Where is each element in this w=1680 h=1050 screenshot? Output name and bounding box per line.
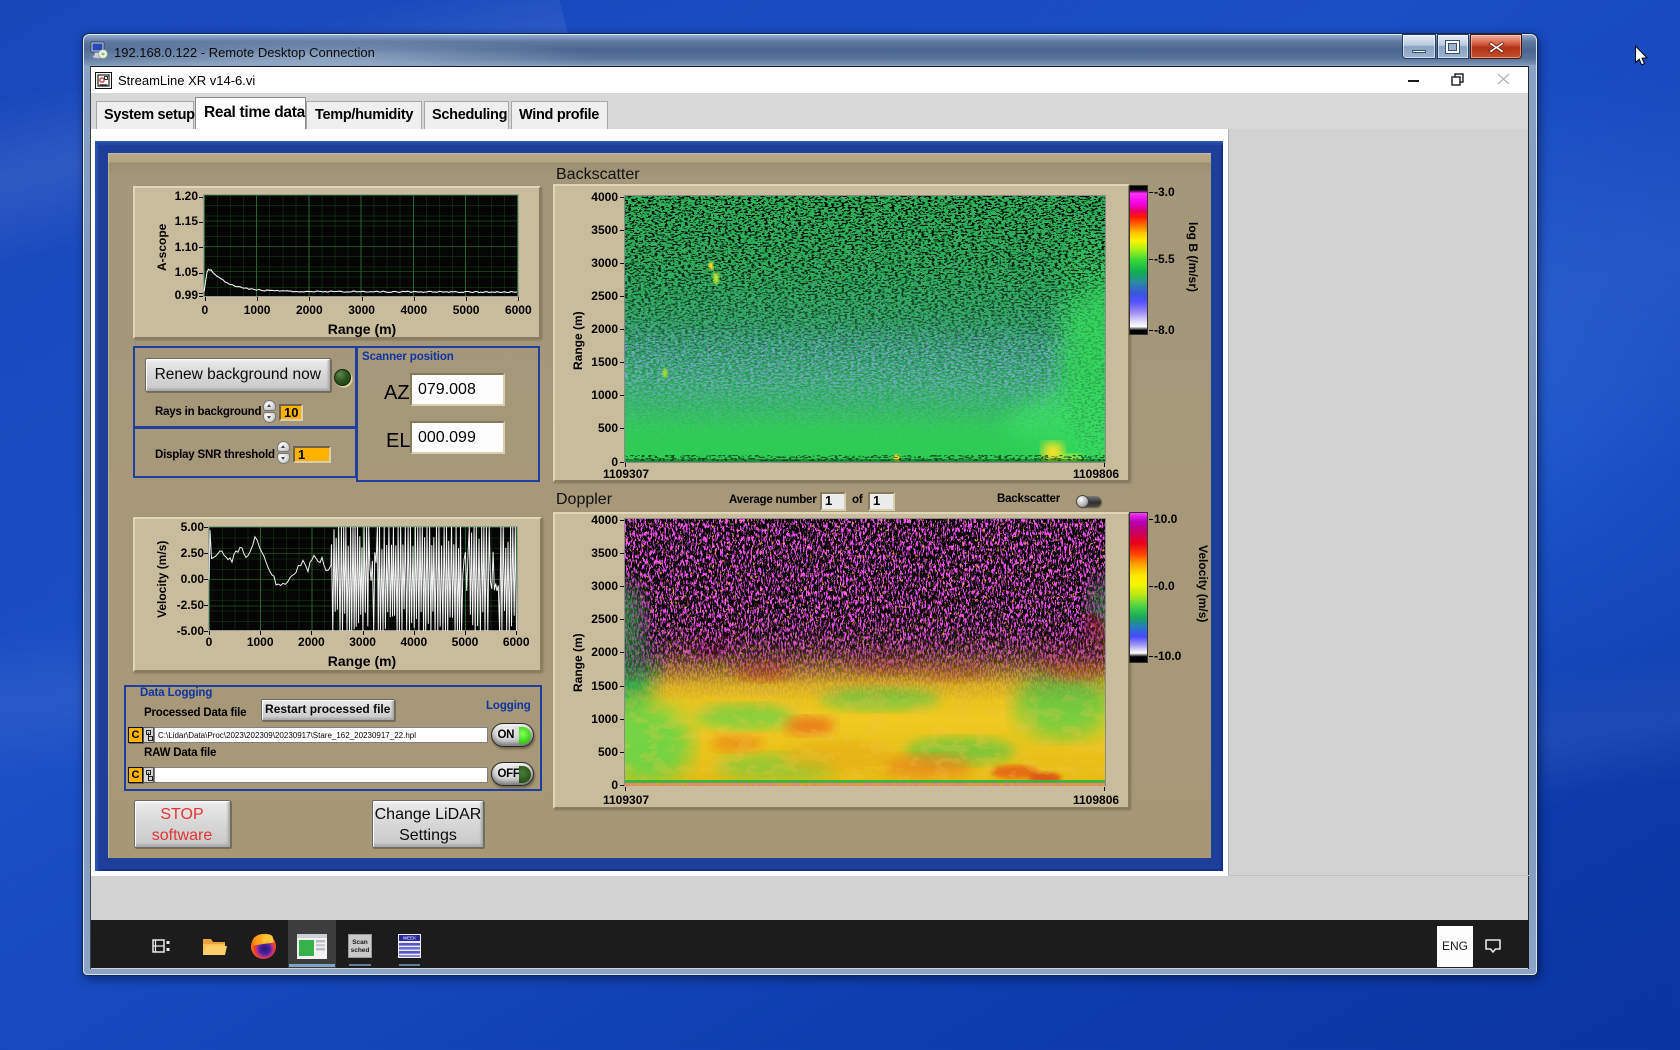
svg-text:WEEK: WEEK <box>403 936 416 941</box>
